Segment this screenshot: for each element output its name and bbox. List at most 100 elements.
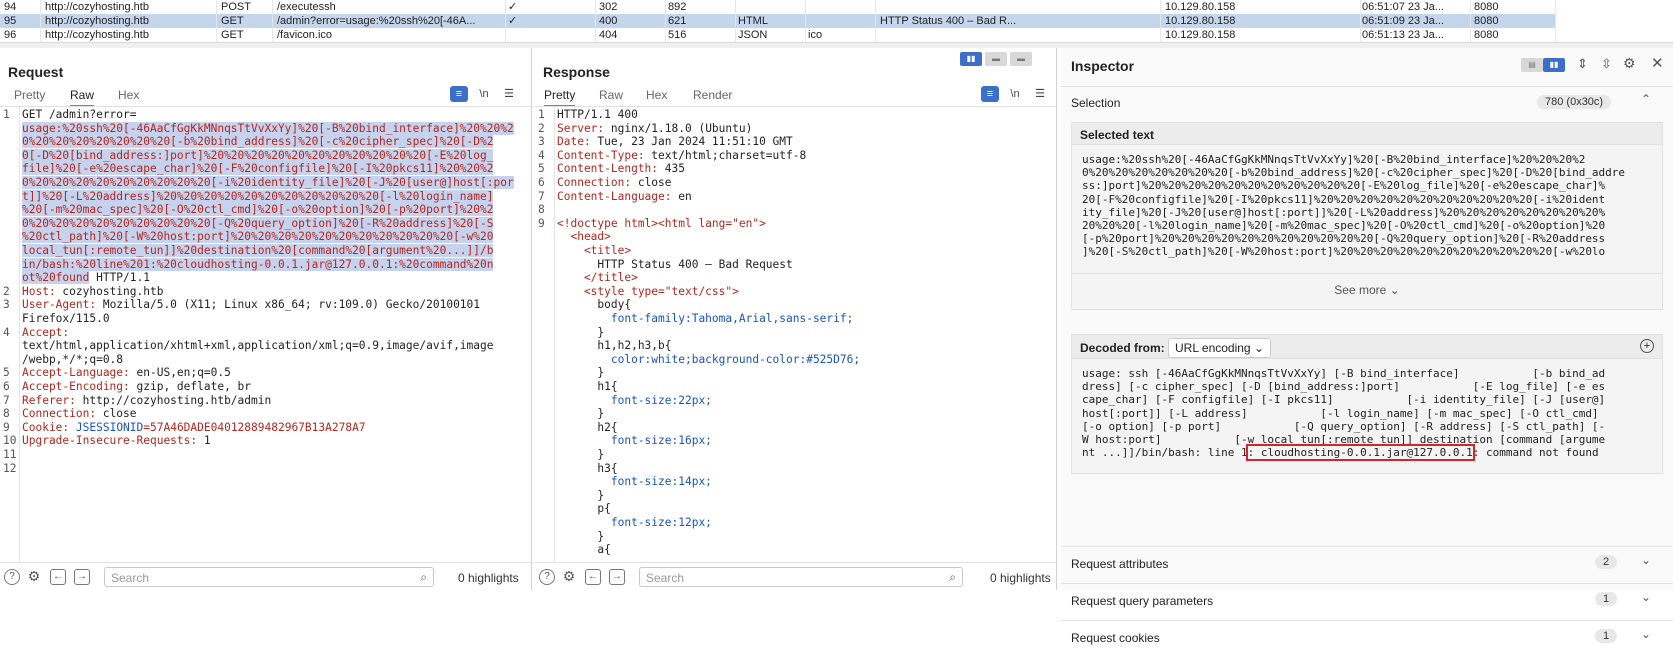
line-text: GET /admin?error=: [22, 108, 137, 122]
forward-icon[interactable]: →: [609, 569, 625, 585]
tab-hex[interactable]: Hex: [646, 88, 667, 102]
selected-text-line: 0%20%20%20%20%20%20%20[-b%20bind_address…: [1082, 166, 1626, 180]
inspector-section-request-cookies[interactable]: Request cookies 1 ⌄: [1061, 620, 1673, 654]
menu-icon[interactable]: ☰: [500, 86, 518, 102]
line-text: body{: [557, 298, 631, 312]
request-editor[interactable]: 1 GET /admin?error= usage:%20ssh%20[-46AaC…: [0, 106, 531, 562]
selected-text-line: ity_file]%20[-J%20[user@]host[:port]]%20…: [1082, 205, 1606, 219]
code-line: 7 Content-Language: en: [535, 190, 1056, 204]
history-row[interactable]: 96 http://cozyhosting.htb GET/favicon.ico 4…: [0, 28, 1555, 42]
code-line: Firefox/115.0: [0, 312, 531, 326]
response-search-input[interactable]: Search ⌕: [639, 567, 963, 587]
text-run: %20ctl_path]%20[-W%20host:port]%20%20%20…: [22, 230, 494, 244]
settings-icon[interactable]: ⚙: [1623, 55, 1636, 72]
column-divider: [1470, 0, 1471, 42]
expand-icon[interactable]: ⇕: [1577, 56, 1588, 72]
code-line: <style type="text/css">: [535, 285, 1056, 299]
history-row[interactable]: 94 http://cozyhosting.htb POST/executessh ✓…: [0, 0, 1555, 14]
newline-toggle-icon[interactable]: \n: [1006, 86, 1024, 102]
line-number: 2: [538, 121, 545, 135]
tab-pretty[interactable]: Pretty: [14, 88, 45, 102]
layout-tabs-icon[interactable]: ▬: [1010, 52, 1032, 66]
code-line: 6 Accept-Encoding: gzip, deflate, br: [0, 380, 531, 394]
code-line: 7 Referer: http://cozyhosting.htb/admin: [0, 394, 531, 408]
column-divider: [735, 0, 736, 42]
code-text: <head>: [557, 230, 611, 244]
header-value: nginx/1.18.0 (Ubuntu): [604, 121, 753, 135]
tab-pretty[interactable]: Pretty: [544, 88, 576, 107]
decoded-text-content[interactable]: usage: ssh [-46AaCfGgKkMNnqsTtVvXxYy] [-…: [1072, 367, 1662, 467]
line-number: 7: [538, 189, 545, 203]
tab-raw[interactable]: Raw: [599, 88, 623, 102]
inspector-section-request-attributes[interactable]: Request attributes 2 ⌄: [1061, 546, 1673, 580]
inspector-pane: Inspector ▤ ▮▮ ⇕ ⇳ ⚙ ✕ Selection 780 (0x…: [1061, 48, 1673, 645]
code-line: 5 Accept-Language: en-US,en;q=0.5: [0, 366, 531, 380]
code-line: body{: [535, 298, 1056, 312]
collapse-icon[interactable]: ⇳: [1601, 56, 1612, 72]
code-line: t]]%20[-L%20address]%20%20%20%20%20%20%2…: [0, 189, 531, 204]
code-text: a{: [557, 543, 611, 557]
code-line: file]%20[-e%20escape_char]%20[-F%20confi…: [0, 162, 531, 176]
line-text: Accept-Language: en-US,en;q=0.5: [22, 366, 231, 380]
text-run: text/html,application/xhtml+xml,applicat…: [22, 339, 494, 353]
request-search-input[interactable]: Search ⌕: [104, 567, 434, 587]
forward-icon[interactable]: →: [74, 569, 90, 585]
wrap-lines-icon[interactable]: ≡: [450, 86, 468, 102]
back-icon[interactable]: ←: [585, 569, 601, 585]
decoded-text-line: usage: ssh [-46AaCfGgKkMNnqsTtVvXxYy] [-…: [1082, 367, 1605, 380]
tab-hex[interactable]: Hex: [118, 88, 139, 102]
settings-icon[interactable]: ⚙: [561, 569, 577, 585]
see-more-link[interactable]: See more ⌄: [1072, 283, 1662, 297]
chevron-up-icon[interactable]: ⌃: [1641, 92, 1651, 106]
help-icon[interactable]: ?: [539, 569, 555, 585]
line-number: 2: [3, 284, 10, 298]
inspector-layout-split-icon[interactable]: ▮▮: [1543, 58, 1565, 72]
code-line: 8: [535, 203, 1056, 217]
back-icon[interactable]: ←: [50, 569, 66, 585]
inspector-layout-list-icon[interactable]: ▤: [1521, 58, 1543, 72]
line-text: Server: nginx/1.18.0 (Ubuntu): [557, 122, 752, 136]
help-icon[interactable]: ?: [4, 569, 20, 585]
line-text: h1,h2,h3,b{: [557, 339, 671, 353]
decoded-run: dress] [-c cipher_spec] [-D [bind_addres…: [1082, 380, 1606, 394]
tab-render[interactable]: Render: [693, 88, 732, 102]
code-text: }: [557, 325, 605, 339]
code-line: 9 <!doctype html><html lang="en">: [535, 217, 1056, 231]
column-divider: [505, 0, 506, 42]
response-editor[interactable]: 1 HTTP/1.1 400 2 Server: nginx/1.18.0 (Ubun…: [535, 106, 1056, 562]
column-divider: [272, 0, 273, 42]
add-icon[interactable]: +: [1640, 339, 1654, 353]
line-number: 5: [3, 366, 10, 380]
code-text: color:white;background-color:#525D76;: [557, 352, 861, 366]
decoded-text-line: nt ...]]/bin/bash: line 1: cloudhosting-…: [1082, 444, 1599, 462]
history-cell-time: 06:51:09 23 Ja...: [1362, 15, 1444, 27]
close-icon[interactable]: ✕: [1651, 54, 1664, 72]
response-footer: ? ⚙ ← → Search ⌕ 0 highlights: [535, 562, 1056, 590]
tab-raw[interactable]: Raw: [70, 88, 95, 107]
selected-text-line: usage:%20ssh%20[-46AaCfGgKkMNnqsTtVvXxYy…: [1082, 153, 1586, 166]
response-pane: ▮▮ ▬ ▬ Response Pretty Raw Hex Render ≡ \n …: [535, 48, 1057, 590]
layout-side-by-side-icon[interactable]: ▮▮: [960, 52, 982, 66]
code-line: text/html,application/xhtml+xml,applicat…: [0, 339, 531, 353]
inspector-section-request-query-parameters[interactable]: Request query parameters 1 ⌄: [1061, 583, 1673, 617]
wrap-lines-icon[interactable]: ≡: [981, 86, 999, 102]
chevron-down-icon: ⌄: [1641, 590, 1652, 604]
decoding-select[interactable]: URL encoding ⌄: [1168, 338, 1272, 358]
section-label: Request attributes: [1071, 557, 1169, 571]
newline-toggle-icon[interactable]: \n: [475, 86, 493, 102]
line-text: font-size:16px;: [557, 434, 712, 448]
layout-stacked-icon[interactable]: ▬: [985, 52, 1007, 66]
menu-icon[interactable]: ☰: [1031, 86, 1049, 102]
selected-text-content[interactable]: usage:%20ssh%20[-46AaCfGgKkMNnqsTtVvXxYy…: [1072, 153, 1662, 273]
response-tabs: Pretty Raw Hex Render: [535, 84, 1056, 107]
code-line: font-size:22px;: [535, 394, 1056, 408]
section-count-badge: 1: [1595, 592, 1618, 606]
decoded-text-line: host[:port]] [-L address] [-l login_name…: [1082, 407, 1599, 420]
settings-icon[interactable]: ⚙: [26, 569, 42, 585]
decoded-text-line: dress] [-c cipher_spec] [-D [bind_addres…: [1082, 380, 1605, 393]
history-row[interactable]: 95 http://cozyhosting.htb GET/admin?error=…: [0, 14, 1555, 28]
header-name: Content-Language:: [557, 189, 672, 203]
history-cell-num: 94: [4, 1, 17, 13]
line-text: font-size:22px;: [557, 394, 712, 408]
code-text: body{: [557, 298, 632, 312]
